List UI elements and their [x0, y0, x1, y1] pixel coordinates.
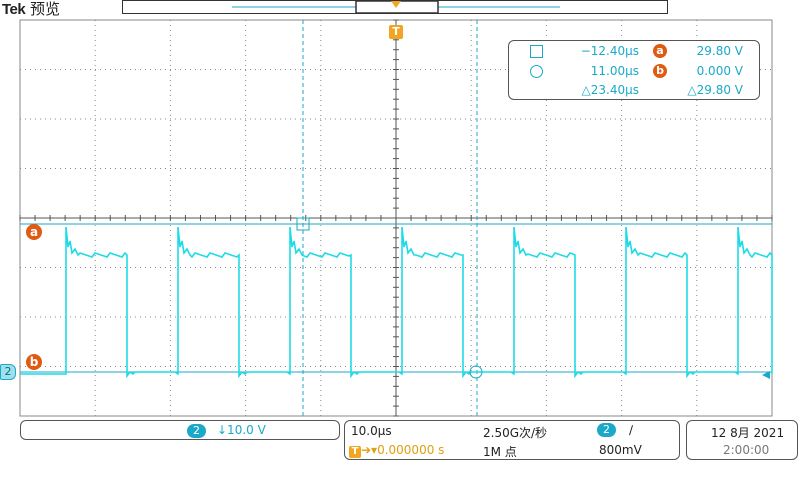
cursor-2-time: 11.00µs [590, 64, 639, 78]
trigger-position: 0.000000 s [377, 443, 445, 457]
channel-settings-panel[interactable]: 2 ↓10.0 V [20, 420, 340, 440]
delta-voltage: △29.80 V [687, 83, 743, 97]
channel-2-pill[interactable]: 2 [187, 424, 206, 438]
trigger-channel-pill[interactable]: 2 [597, 423, 616, 437]
date-label: 12 8月 2021 [711, 426, 785, 440]
trigger-position-arrow-icon [391, 1, 401, 8]
cursor-b-level-marker[interactable]: b [26, 354, 42, 370]
delta-time: △23.40µs [581, 83, 639, 97]
date-time-panel: 12 8月 2021 2:00:00 [686, 420, 798, 460]
channel-2-scale: ↓10.0 V [217, 423, 266, 437]
cursor-readout-panel: −12.40µs a 29.80 V 11.00µs b 0.000 V △23… [508, 40, 760, 100]
trigger-slope-icon: ∕ [629, 423, 634, 437]
record-length: 1M 点 [483, 445, 517, 459]
cursor-1-time: −12.40µs [580, 44, 639, 58]
cursor-a-level-marker[interactable]: a [26, 224, 42, 240]
trigger-position-icon[interactable]: T [389, 25, 403, 39]
timebase-panel[interactable]: 10.0µs 2.50G次/秒 2 ∕ T ➔▾0.000000 s 1M 点 8… [344, 420, 680, 460]
cursor-a-value: 29.80 V [696, 44, 743, 58]
trigger-level: 800mV [599, 443, 642, 457]
sample-rate: 2.50G次/秒 [483, 426, 548, 440]
time-label: 2:00:00 [723, 443, 770, 457]
horizontal-scale: 10.0µs [351, 424, 392, 438]
trigger-arrow-icon: ➔▾ [361, 443, 378, 457]
cursor-b-value: 0.000 V [696, 64, 743, 78]
trigger-position-small-icon: T [349, 446, 361, 458]
status-bar: 2 ↓10.0 V 10.0µs 2.50G次/秒 2 ∕ T ➔▾0.00000… [0, 418, 800, 480]
channel-2-ground-marker[interactable]: 2 [0, 364, 16, 380]
